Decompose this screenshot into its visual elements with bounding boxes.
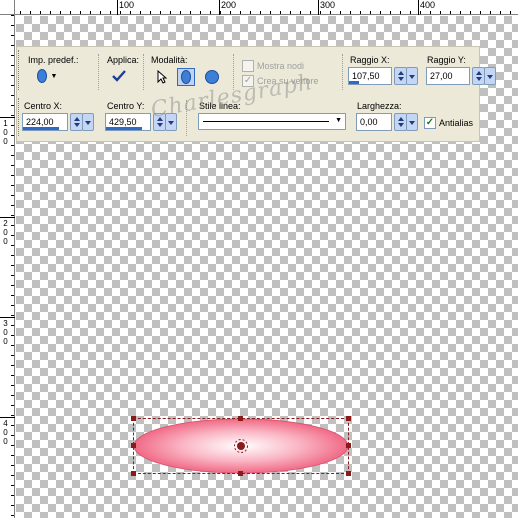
antialias-checkbox[interactable]: ✓ bbox=[424, 117, 436, 129]
resize-handle[interactable] bbox=[131, 471, 136, 476]
antialias-label: Antialias bbox=[439, 118, 474, 128]
value-bar bbox=[23, 127, 59, 130]
ruler-label: 0 bbox=[3, 328, 8, 337]
ellipse-icon bbox=[36, 69, 47, 83]
radius-x-field[interactable]: 107,50 bbox=[348, 67, 392, 85]
preset-dropdown[interactable]: ▼ bbox=[32, 67, 62, 85]
ruler-label: 0 bbox=[3, 237, 8, 246]
center-x-dropdown[interactable] bbox=[82, 113, 94, 131]
vertical-ruler: 1 0 0 2 0 0 3 0 0 4 0 0 bbox=[0, 15, 15, 518]
resize-handle[interactable] bbox=[238, 471, 243, 476]
width-value: 0,00 bbox=[360, 117, 378, 127]
ruler-tick bbox=[0, 417, 15, 418]
ruler-label: 400 bbox=[420, 0, 436, 10]
radius-y-label: Raggio Y: bbox=[427, 55, 466, 65]
separator bbox=[143, 54, 144, 90]
show-nodes-label: Mostra nodi bbox=[257, 61, 305, 71]
arrow-pointer-icon bbox=[157, 70, 167, 84]
ruler-label: 3 bbox=[3, 319, 8, 328]
ruler-label: 300 bbox=[320, 0, 336, 10]
center-x-label: Centro X: bbox=[24, 101, 63, 111]
width-dropdown[interactable] bbox=[406, 113, 418, 131]
ellipse-mode-button[interactable] bbox=[177, 68, 195, 86]
resize-handle[interactable] bbox=[346, 443, 351, 448]
circle-mode-button[interactable] bbox=[203, 68, 221, 86]
chevron-down-icon: ▼ bbox=[50, 72, 58, 80]
presets-label: Imp. predef.: bbox=[28, 55, 79, 65]
width-label: Larghezza: bbox=[357, 101, 402, 111]
mode-label: Modalità: bbox=[151, 55, 188, 65]
ruler-label: 0 bbox=[3, 337, 8, 346]
show-nodes-checkbox[interactable] bbox=[242, 60, 254, 72]
selection-box bbox=[133, 418, 349, 474]
resize-handle[interactable] bbox=[131, 416, 136, 421]
center-x-field[interactable]: 224,00 bbox=[22, 113, 68, 131]
radius-y-field[interactable]: 27,00 bbox=[426, 67, 470, 85]
ruler-tick bbox=[0, 217, 15, 218]
ruler-tick bbox=[0, 317, 15, 318]
resize-handle[interactable] bbox=[346, 416, 351, 421]
center-y-label: Centro Y: bbox=[107, 101, 145, 111]
line-style-dropdown[interactable]: ▼ bbox=[198, 113, 346, 130]
edit-mode-button[interactable] bbox=[153, 68, 171, 86]
center-y-value: 429,50 bbox=[109, 117, 137, 127]
resize-handle[interactable] bbox=[131, 443, 136, 448]
ruler-tick bbox=[418, 0, 419, 15]
circle-icon bbox=[205, 70, 219, 84]
ruler-label: 0 bbox=[3, 437, 8, 446]
radius-x-value: 107,50 bbox=[352, 71, 380, 81]
ellipse-object[interactable] bbox=[131, 416, 351, 476]
ruler-label: 0 bbox=[3, 428, 8, 437]
ruler-label: 4 bbox=[3, 419, 8, 428]
ruler-label: 0 bbox=[3, 128, 8, 137]
ruler-label: 2 bbox=[3, 219, 8, 228]
resize-handle[interactable] bbox=[346, 471, 351, 476]
radius-x-label: Raggio X: bbox=[350, 55, 390, 65]
value-bar bbox=[349, 81, 359, 84]
apply-button[interactable] bbox=[110, 67, 128, 85]
radius-y-value: 27,00 bbox=[430, 71, 453, 81]
width-field[interactable]: 0,00 bbox=[356, 113, 392, 131]
ruler-tick bbox=[117, 0, 118, 15]
ruler-tick bbox=[318, 0, 319, 15]
radius-y-dropdown[interactable] bbox=[484, 67, 496, 85]
ellipse-icon bbox=[181, 70, 191, 84]
separator bbox=[98, 54, 99, 90]
center-x-value: 224,00 bbox=[26, 117, 54, 127]
ruler-label: 0 bbox=[3, 137, 8, 146]
ruler-tick bbox=[219, 0, 220, 15]
ruler-label: 1 bbox=[3, 119, 8, 128]
ruler-label: 0 bbox=[3, 228, 8, 237]
center-y-field[interactable]: 429,50 bbox=[105, 113, 151, 131]
ruler-tick bbox=[0, 117, 15, 118]
chevron-down-icon: ▼ bbox=[335, 117, 342, 124]
ruler-label: 200 bbox=[221, 0, 237, 10]
palette-grip[interactable] bbox=[18, 50, 22, 90]
checkmark-icon bbox=[112, 70, 126, 82]
horizontal-ruler: 100 200 300 400 bbox=[0, 0, 518, 15]
ruler-corner bbox=[0, 0, 15, 15]
apply-label: Applica: bbox=[107, 55, 140, 65]
line-style-preview bbox=[203, 121, 329, 122]
separator bbox=[342, 54, 343, 90]
value-bar bbox=[106, 127, 142, 130]
resize-handle[interactable] bbox=[238, 416, 243, 421]
ruler-label: 100 bbox=[119, 0, 135, 10]
radius-x-dropdown[interactable] bbox=[406, 67, 418, 85]
